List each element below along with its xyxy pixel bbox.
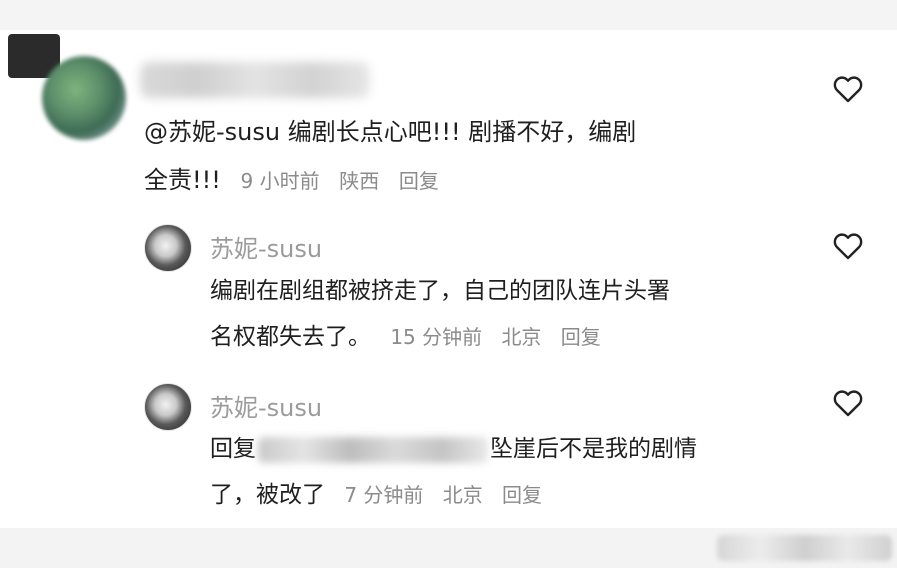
reply-line1-row: 回复 坠崖后不是我的剧情 bbox=[210, 426, 697, 472]
reply-text: 回复 坠崖后不是我的剧情 了，被改了 7 分钟前 北京 回复 bbox=[210, 426, 697, 518]
reply-username[interactable]: 苏妮-susu bbox=[210, 388, 322, 423]
reply-line2-row: 名权都失去了。 15 分钟前 北京 回复 bbox=[210, 314, 670, 360]
main-comment-line1: @苏妮-susu 编剧长点心吧!!! 剧播不好，编剧 bbox=[144, 118, 637, 146]
blurred-username[interactable] bbox=[140, 62, 370, 98]
reply-reply-button[interactable]: 回复 bbox=[561, 325, 601, 349]
reply-time: 7 分钟前 bbox=[344, 483, 424, 507]
comment-time: 9 小时前 bbox=[240, 169, 320, 193]
comment-reply-button[interactable]: 回复 bbox=[399, 169, 439, 193]
blurred-mention bbox=[258, 436, 488, 463]
main-comment-line2-row: 全责!!! 9 小时前 陕西 回复 bbox=[144, 156, 439, 205]
reply-location: 北京 bbox=[442, 483, 483, 507]
like-heart-icon[interactable] bbox=[831, 72, 865, 106]
reply-text: 编剧在剧组都被挤走了，自己的团队连片头署 名权都失去了。 15 分钟前 北京 回… bbox=[210, 268, 670, 360]
reply-line2: 名权都失去了。 bbox=[210, 324, 371, 350]
top-bar bbox=[0, 0, 897, 30]
reply-line2-row: 了，被改了 7 分钟前 北京 回复 bbox=[210, 472, 697, 518]
reply-avatar[interactable] bbox=[144, 383, 192, 431]
commenter-avatar[interactable] bbox=[42, 56, 126, 140]
main-comment-line2: 全责!!! bbox=[144, 166, 221, 194]
comment-location: 陕西 bbox=[339, 169, 380, 193]
reply-suffix: 坠崖后不是我的剧情 bbox=[490, 436, 697, 462]
main-comment: @苏妮-susu 编剧长点心吧!!! 剧播不好，编剧 全责!!! 9 小时前 陕… bbox=[144, 108, 637, 194]
reply-prefix: 回复 bbox=[210, 436, 256, 462]
reply-time: 15 分钟前 bbox=[390, 325, 483, 349]
reply-location: 北京 bbox=[501, 325, 542, 349]
reply-line2: 了，被改了 bbox=[210, 482, 325, 508]
reply-username[interactable]: 苏妮-susu bbox=[210, 229, 322, 264]
reply-reply-button[interactable]: 回复 bbox=[502, 483, 542, 507]
reply-line1: 编剧在剧组都被挤走了，自己的团队连片头署 bbox=[210, 278, 670, 304]
comment-thread: @苏妮-susu 编剧长点心吧!!! 剧播不好，编剧 全责!!! 9 小时前 陕… bbox=[0, 0, 897, 568]
like-heart-icon[interactable] bbox=[831, 386, 865, 420]
like-heart-icon[interactable] bbox=[831, 229, 865, 263]
watermark-logo bbox=[717, 535, 892, 561]
reply-avatar[interactable] bbox=[144, 224, 192, 272]
